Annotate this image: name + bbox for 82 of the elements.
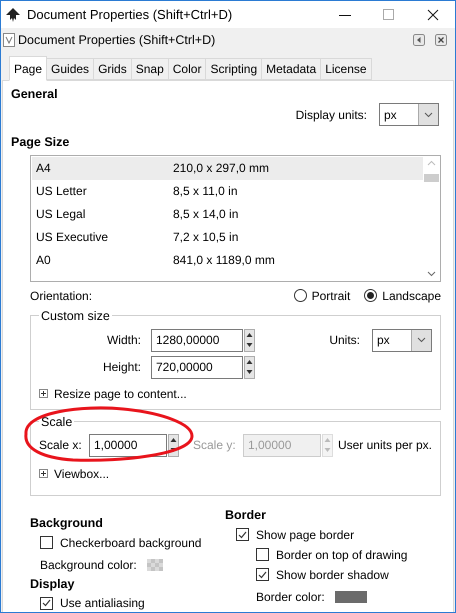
list-row[interactable]: A4 210,0 x 297,0 mm [32, 156, 423, 180]
size-dimensions: 8,5 x 14,0 in [173, 206, 238, 224]
number-field[interactable]: 1280,00000 [151, 328, 243, 352]
color-swatch[interactable] [334, 590, 367, 602]
tab[interactable]: Page [9, 56, 48, 81]
section-heading: General [11, 86, 59, 101]
radio-label: Landscape [382, 288, 441, 305]
section-heading: Background [30, 514, 104, 532]
checkbox-label: Show page border [256, 526, 354, 544]
size-name: A0 [36, 252, 52, 270]
plus-box-icon [39, 469, 48, 478]
document-icon [3, 33, 15, 47]
units-dropdown[interactable]: px [379, 103, 439, 126]
scroll-up-icon [427, 160, 436, 166]
close-icon[interactable] [435, 34, 447, 46]
window-title: Document Properties (Shift+Ctrl+D) [27, 6, 232, 24]
field-label: Units: [329, 332, 360, 350]
close-icon[interactable] [427, 8, 439, 20]
checkbox-label: Show border shadow [276, 566, 389, 584]
expander[interactable]: Viewbox... [39, 464, 432, 483]
size-name: US Legal [36, 206, 86, 224]
field-label: Height: [102, 359, 142, 376]
size-dimensions: 210,0 x 297,0 mm [173, 160, 270, 178]
radio-button[interactable] [294, 289, 307, 302]
field-label: Width: [106, 332, 142, 350]
chevron-down-icon [417, 337, 426, 344]
tab[interactable]: Metadata [261, 58, 322, 80]
tab[interactable]: Snap [130, 58, 169, 80]
scroll-down-icon [427, 270, 436, 277]
plus-box-icon [39, 389, 48, 398]
checkbox-label: Border on top of drawing [276, 546, 408, 564]
checkbox[interactable] [236, 528, 249, 541]
group-title: Custom size [40, 308, 111, 323]
app-logo-icon [5, 6, 21, 22]
section-heading: Page Size [11, 134, 70, 151]
list-row[interactable]: US Legal 8,5 x 14,0 in [32, 202, 423, 226]
section-heading: Border [225, 506, 267, 524]
number-field[interactable]: 1,00000 [89, 434, 167, 457]
scrollbar-thumb[interactable] [424, 174, 439, 182]
size-name: US Letter [36, 183, 88, 200]
checkmark-icon [258, 570, 267, 578]
expander[interactable]: Resize page to content... [39, 384, 432, 403]
checkbox[interactable] [256, 548, 269, 561]
tab[interactable]: Guides [46, 58, 94, 80]
list-row[interactable]: A0 841,0 x 1189,0 mm [32, 248, 423, 272]
chevron-down-icon [424, 112, 433, 118]
spin-buttons[interactable] [244, 356, 255, 379]
size-name: A4 [36, 160, 52, 178]
checkmark-icon [42, 599, 51, 608]
field-label: Border color: [256, 588, 325, 606]
size-dimensions: 841,0 x 1189,0 mm [173, 252, 275, 270]
group-title: Scale [40, 414, 74, 429]
size-name: US Executive [36, 229, 110, 246]
checkbox[interactable] [40, 596, 53, 610]
tab[interactable]: Color [168, 58, 206, 80]
size-dimensions: 7,2 x 10,5 in [173, 229, 238, 246]
tab[interactable]: License [320, 58, 372, 80]
field-label: Orientation: [30, 288, 92, 305]
radio-button[interactable] [364, 289, 378, 302]
field-label: Scale y: [193, 437, 237, 454]
list-row[interactable]: US Executive 7,2 x 10,5 in [32, 226, 423, 249]
size-dimensions: 8,5 x 11,0 in [173, 183, 238, 200]
field-label: Scale x: [39, 437, 83, 454]
checkbox-label: Checkerboard background [60, 534, 202, 552]
section-heading: Display [30, 576, 76, 593]
tab[interactable]: Grids [93, 58, 132, 80]
checkmark-icon [238, 530, 247, 538]
units-note: User units per px. [338, 437, 432, 454]
field-label: Display units: [296, 106, 367, 124]
spin-buttons[interactable] [244, 328, 255, 352]
number-field[interactable]: 720,00000 [151, 356, 243, 379]
checkbox[interactable] [40, 536, 53, 549]
field-label: Background color: [40, 556, 137, 574]
checkbox-label: Use antialiasing [60, 595, 145, 612]
radio-label: Portrait [312, 288, 350, 305]
checkbox[interactable] [256, 568, 269, 581]
collapse-icon[interactable] [413, 34, 425, 46]
list-row[interactable]: US Letter 8,5 x 11,0 in [32, 180, 423, 203]
color-swatch[interactable] [146, 558, 163, 570]
units-dropdown[interactable]: px [372, 328, 432, 352]
panel-title: Document Properties (Shift+Ctrl+D) [18, 32, 216, 49]
tab[interactable]: Scripting [205, 58, 262, 80]
